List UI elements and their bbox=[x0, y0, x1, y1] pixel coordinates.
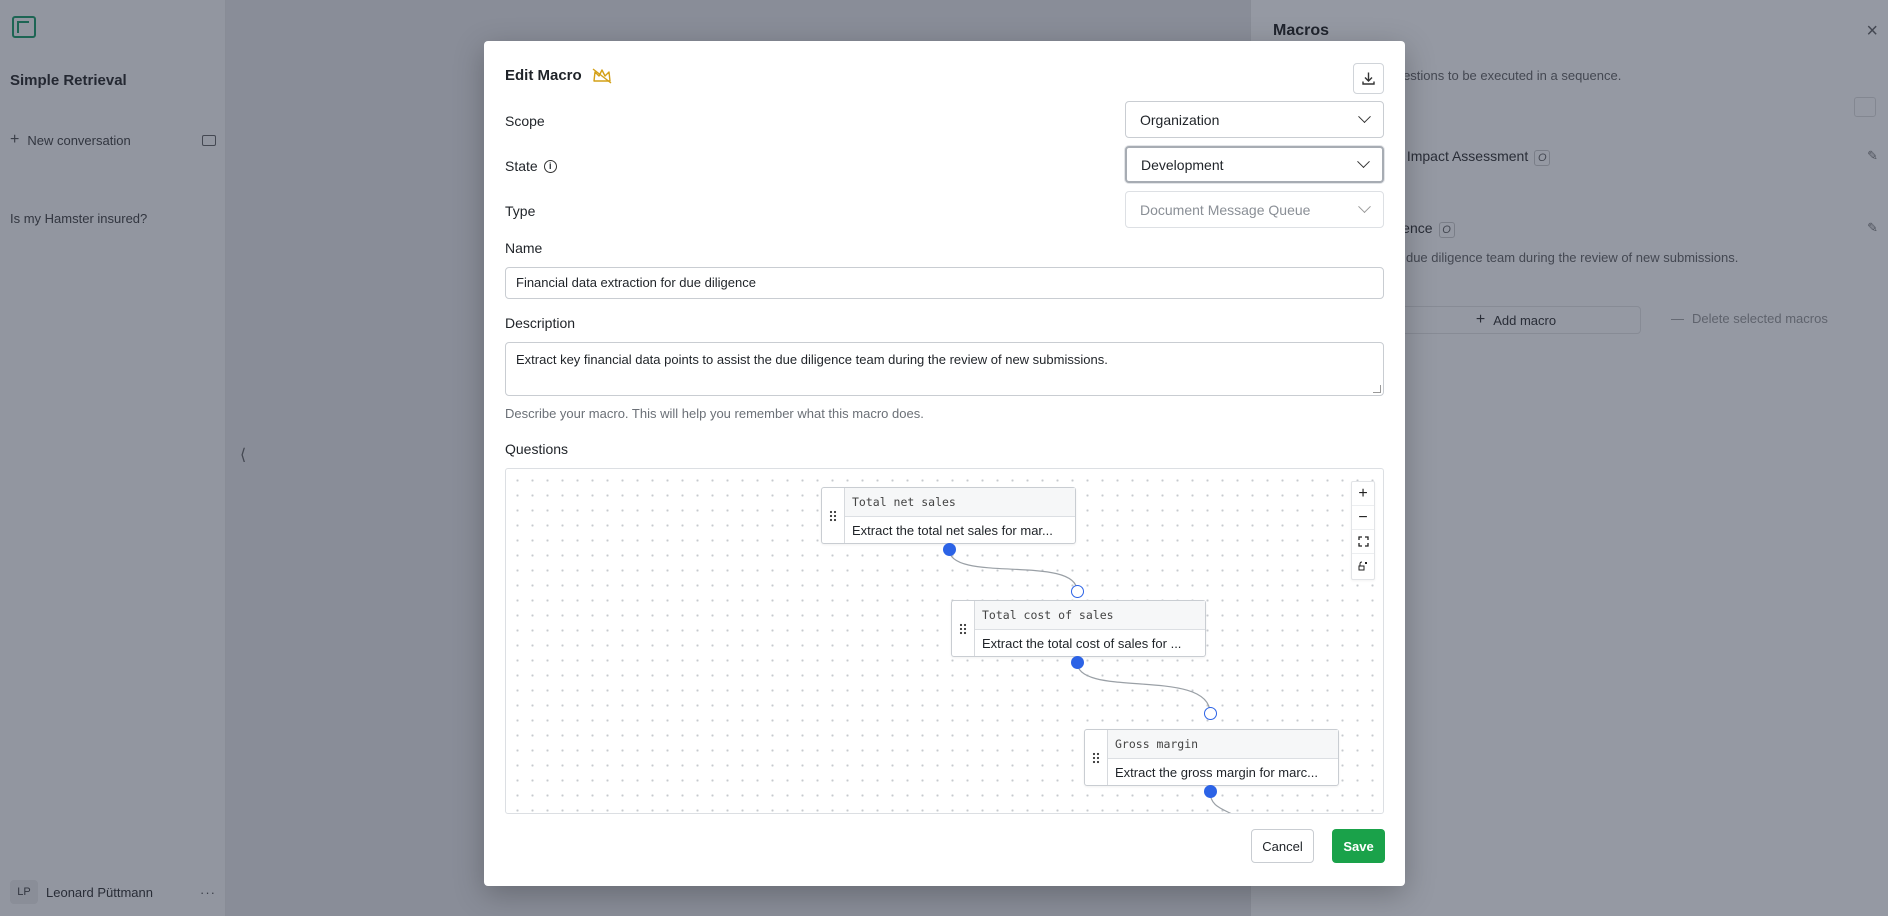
zoom-out-button[interactable]: − bbox=[1352, 506, 1374, 530]
flow-edge bbox=[948, 548, 1078, 592]
fit-view-button[interactable] bbox=[1352, 530, 1374, 554]
type-select: Document Message Queue bbox=[1125, 191, 1384, 228]
state-label-text: State bbox=[505, 158, 538, 174]
question-node-body: Extract the total cost of sales for ... bbox=[982, 636, 1182, 651]
question-node[interactable]: Total cost of sales Extract the total co… bbox=[951, 600, 1206, 657]
description-label: Description bbox=[505, 315, 576, 331]
question-node-title: Total net sales bbox=[845, 488, 1075, 517]
info-icon[interactable]: i bbox=[543, 159, 557, 173]
state-value: Development bbox=[1141, 156, 1224, 173]
crown-off-icon bbox=[592, 67, 612, 84]
description-textarea[interactable]: Extract key financial data points to ass… bbox=[505, 342, 1384, 396]
drag-handle-icon[interactable] bbox=[952, 601, 975, 656]
state-select[interactable]: Development bbox=[1125, 146, 1384, 183]
question-node-title: Gross margin bbox=[1108, 730, 1338, 759]
scope-value: Organization bbox=[1140, 111, 1220, 128]
question-node[interactable]: Gross margin Extract the gross margin fo… bbox=[1084, 729, 1339, 786]
download-button[interactable] bbox=[1353, 63, 1384, 94]
state-label: State i bbox=[505, 158, 557, 174]
toggle-interactivity-button[interactable] bbox=[1352, 554, 1374, 578]
flow-edge bbox=[1076, 661, 1211, 714]
node-input-handle[interactable] bbox=[1071, 585, 1084, 598]
node-output-handle[interactable] bbox=[1204, 785, 1217, 798]
chevron-down-icon bbox=[1358, 110, 1371, 124]
lock-toggle-icon bbox=[1358, 561, 1367, 571]
name-label: Name bbox=[505, 240, 543, 256]
node-output-handle[interactable] bbox=[1071, 656, 1084, 669]
chevron-down-icon bbox=[1358, 200, 1371, 214]
flow-controls: + − bbox=[1351, 481, 1375, 580]
chevron-down-icon bbox=[1357, 155, 1370, 169]
drag-handle-icon[interactable] bbox=[822, 488, 845, 543]
edit-macro-dialog: Edit Macro Scope Organization State i De… bbox=[484, 41, 1405, 886]
description-value: Extract key financial data points to ass… bbox=[516, 352, 1108, 367]
type-value: Document Message Queue bbox=[1140, 201, 1311, 218]
dialog-title: Edit Macro bbox=[505, 67, 612, 84]
drag-handle-icon[interactable] bbox=[1085, 730, 1108, 785]
scope-select[interactable]: Organization bbox=[1125, 101, 1384, 138]
question-node-title: Total cost of sales bbox=[975, 601, 1205, 630]
dialog-title-text: Edit Macro bbox=[505, 67, 582, 84]
save-button[interactable]: Save bbox=[1332, 829, 1385, 863]
node-output-handle[interactable] bbox=[943, 543, 956, 556]
question-node[interactable]: Total net sales Extract the total net sa… bbox=[821, 487, 1076, 544]
question-node-body: Extract the gross margin for marc... bbox=[1115, 765, 1319, 780]
description-hint: Describe your macro. This will help you … bbox=[505, 406, 924, 421]
cancel-button[interactable]: Cancel bbox=[1251, 829, 1314, 863]
questions-label: Questions bbox=[505, 441, 569, 457]
zoom-in-button[interactable]: + bbox=[1352, 482, 1374, 506]
resize-handle-icon[interactable] bbox=[1373, 385, 1381, 393]
name-input[interactable]: Financial data extraction for due dilige… bbox=[505, 267, 1384, 299]
fit-view-icon bbox=[1357, 536, 1369, 547]
question-node-body: Extract the total net sales for mar... bbox=[852, 523, 1053, 538]
scope-label: Scope bbox=[505, 113, 545, 129]
questions-flow-canvas[interactable]: Total net sales Extract the total net sa… bbox=[505, 468, 1384, 814]
type-label: Type bbox=[505, 203, 536, 219]
node-input-handle[interactable] bbox=[1204, 707, 1217, 720]
download-icon bbox=[1362, 72, 1375, 85]
